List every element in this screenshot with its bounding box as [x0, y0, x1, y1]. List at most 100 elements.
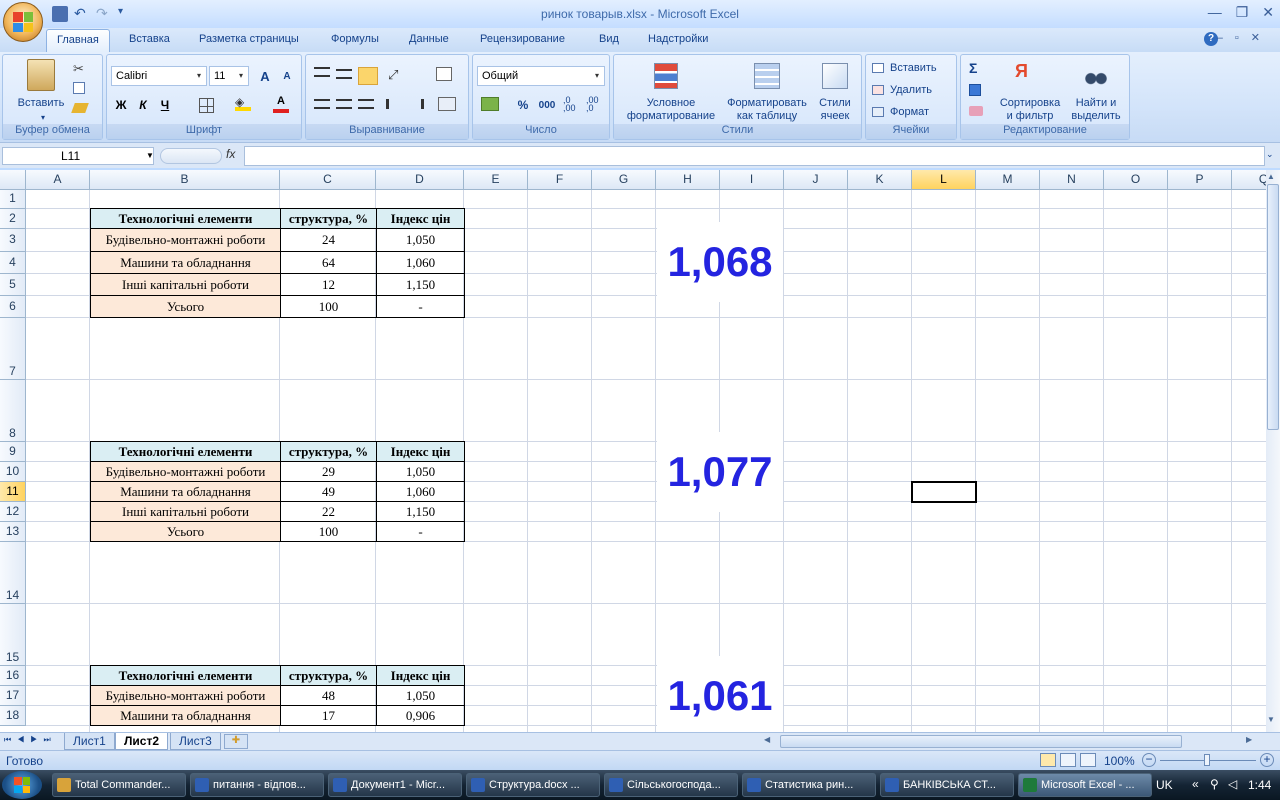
decrease-decimal-button[interactable]: ,00 ,0 — [586, 96, 599, 113]
column-header-m[interactable]: M — [976, 170, 1040, 190]
row-header-13[interactable]: 13 — [0, 522, 26, 542]
align-left-icon[interactable] — [314, 99, 330, 109]
row-header-8[interactable]: 8 — [0, 380, 26, 442]
tab-insert[interactable]: Вставка — [129, 33, 170, 45]
table-cell[interactable]: 49 — [280, 481, 377, 502]
insert-cells-button[interactable]: Вставить — [890, 62, 937, 75]
formula-input[interactable] — [244, 146, 1265, 166]
font-size-dropdown-icon[interactable]: ▾ — [239, 71, 243, 80]
row-header-3[interactable]: 3 — [0, 229, 26, 252]
increase-decimal-button[interactable]: ,0 ,00 — [563, 96, 576, 113]
cut-icon[interactable]: ✂ — [73, 61, 84, 77]
tab-view[interactable]: Вид — [599, 33, 619, 45]
name-box[interactable]: L11 — [2, 147, 154, 165]
name-box-dropdown-icon[interactable]: ▼ — [146, 151, 154, 160]
table-header-cell[interactable]: Технологічні елементи — [90, 208, 281, 229]
row-header-10[interactable]: 10 — [0, 462, 26, 482]
start-button[interactable] — [2, 771, 42, 799]
sheet-tab-2[interactable]: Лист2 — [115, 733, 169, 750]
row-header-18[interactable]: 18 — [0, 706, 26, 726]
table-cell[interactable]: 1,060 — [376, 481, 465, 502]
column-header-g[interactable]: G — [592, 170, 656, 190]
thousands-button[interactable]: 000 — [535, 95, 559, 115]
column-header-d[interactable]: D — [376, 170, 464, 190]
restore-button[interactable]: ❐ — [1236, 4, 1249, 21]
row-header-16[interactable]: 16 — [0, 666, 26, 686]
align-top-icon[interactable] — [314, 67, 330, 77]
tab-review[interactable]: Рецензирование — [480, 33, 565, 45]
table-header-cell[interactable]: Технологічні елементи — [90, 665, 281, 686]
column-header-e[interactable]: E — [464, 170, 528, 190]
align-center-icon[interactable] — [336, 99, 352, 109]
tab-home[interactable]: Главная — [46, 29, 110, 53]
vertical-scrollbar[interactable]: ▲ ▼ — [1266, 170, 1280, 732]
column-header-i[interactable]: I — [720, 170, 784, 190]
table-cell[interactable]: 22 — [280, 501, 377, 522]
table-cell[interactable]: Усього — [90, 521, 281, 542]
percent-button[interactable]: % — [513, 95, 533, 115]
column-header-p[interactable]: P — [1168, 170, 1232, 190]
increase-indent-icon[interactable] — [408, 99, 424, 109]
insert-sheet-icon[interactable]: ✚ — [224, 734, 248, 749]
table-cell[interactable]: 17 — [280, 705, 377, 726]
align-bottom-icon[interactable] — [358, 67, 378, 85]
currency-icon[interactable] — [481, 97, 499, 111]
table-cell[interactable]: 1,050 — [376, 228, 465, 252]
sheet-tab-1[interactable]: Лист1 — [64, 733, 115, 750]
delete-cells-button[interactable]: Удалить — [890, 84, 932, 97]
table-header-cell[interactable]: структура, % — [280, 665, 377, 686]
insert-function-icon[interactable]: fx — [226, 147, 235, 161]
font-name-dropdown-icon[interactable]: ▾ — [197, 71, 201, 80]
copy-icon[interactable] — [73, 82, 85, 94]
expand-formula-bar-icon[interactable]: ⌄ — [1266, 149, 1274, 160]
autosum-button[interactable]: Σ — [969, 60, 977, 76]
column-header-o[interactable]: O — [1104, 170, 1168, 190]
taskbar-item[interactable]: Структура.docx ... — [466, 773, 600, 797]
row-header-4[interactable]: 4 — [0, 252, 26, 274]
result-value[interactable]: 1,061 — [657, 656, 783, 732]
table-cell[interactable]: 1,060 — [376, 251, 465, 274]
table-cell[interactable]: 1,050 — [376, 461, 465, 482]
zoom-level[interactable]: 100% — [1104, 754, 1135, 768]
row-header-1[interactable]: 1 — [0, 190, 26, 209]
clock[interactable]: 1:44 — [1248, 778, 1271, 792]
column-header-h[interactable]: H — [656, 170, 720, 190]
table-cell[interactable]: 24 — [280, 228, 377, 252]
bold-button[interactable]: Ж — [111, 95, 131, 115]
result-value[interactable]: 1,077 — [657, 432, 783, 512]
cell-styles-button[interactable]: Стили ячеек — [810, 97, 860, 123]
conditional-formatting-button[interactable]: Условное форматирование — [616, 97, 726, 123]
taskbar-item[interactable]: Статистика рин... — [742, 773, 876, 797]
scroll-left-icon[interactable]: ◀ — [764, 735, 770, 744]
column-header-c[interactable]: C — [280, 170, 376, 190]
table-cell[interactable]: 1,150 — [376, 273, 465, 296]
result-value[interactable]: 1,068 — [657, 222, 783, 302]
column-header-j[interactable]: J — [784, 170, 848, 190]
table-cell[interactable]: 29 — [280, 461, 377, 482]
table-cell[interactable]: Машини та обладнання — [90, 251, 281, 274]
zoom-slider-thumb[interactable] — [1204, 754, 1210, 766]
select-all-button[interactable] — [0, 170, 26, 190]
network-icon[interactable]: ⚲ — [1210, 777, 1219, 791]
minimize-button[interactable]: — — [1208, 4, 1222, 21]
column-header-f[interactable]: F — [528, 170, 592, 190]
sheet-tab-3[interactable]: Лист3 — [170, 733, 221, 750]
tray-expand-icon[interactable]: « — [1192, 777, 1199, 791]
table-cell[interactable]: Машини та обладнання — [90, 481, 281, 502]
align-right-icon[interactable] — [358, 99, 374, 109]
align-middle-icon[interactable] — [336, 69, 352, 79]
table-cell[interactable]: 12 — [280, 273, 377, 296]
taskbar-item[interactable]: Total Commander... — [52, 773, 186, 797]
workbook-window-controls[interactable]: –▫✕ — [1217, 31, 1272, 44]
column-header-n[interactable]: N — [1040, 170, 1104, 190]
font-name-select[interactable]: Calibri — [111, 66, 207, 86]
merge-center-icon[interactable] — [438, 97, 456, 111]
table-cell[interactable]: 1,050 — [376, 685, 465, 706]
column-header-l[interactable]: L — [912, 170, 976, 190]
row-header-15[interactable]: 15 — [0, 604, 26, 666]
format-as-table-button[interactable]: Форматировать как таблицу — [722, 97, 812, 123]
find-select-button[interactable]: Найти и выделить — [1063, 97, 1129, 123]
table-header-cell[interactable]: структура, % — [280, 441, 377, 462]
table-cell[interactable]: Машини та обладнання — [90, 705, 281, 726]
table-cell[interactable]: Будівельно-монтажні роботи — [90, 228, 281, 252]
